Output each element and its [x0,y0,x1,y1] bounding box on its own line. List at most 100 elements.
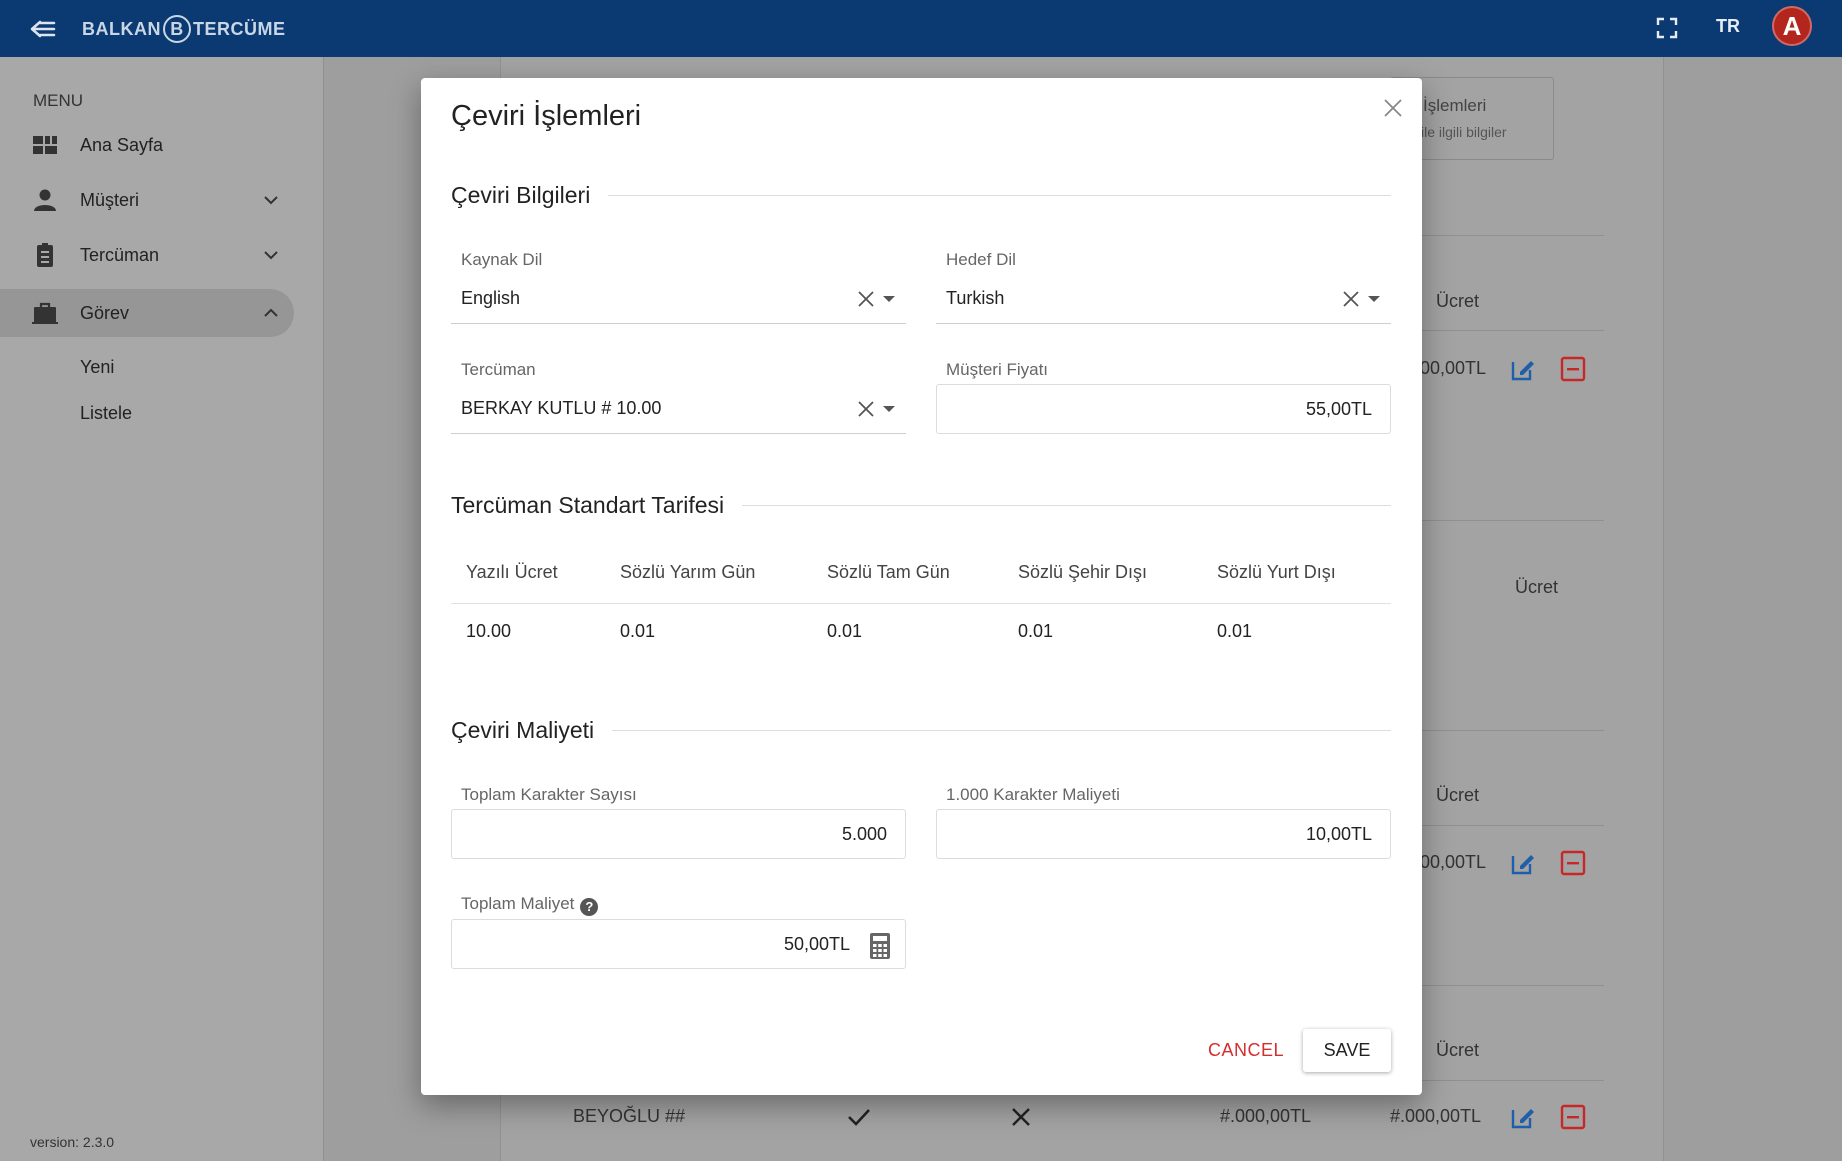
section-translation-cost: Çeviri Maliyeti [451,717,1391,744]
delete-icon[interactable] [1560,850,1586,876]
column-header: Sözlü Yurt Dışı [1202,543,1391,604]
section-translator-rates: Tercüman Standart Tarifesi [451,492,1391,519]
save-button[interactable]: SAVE [1303,1029,1391,1072]
total-cost-label: Toplam Maliyet? [461,894,599,916]
sidebar-item-label: Müşteri [80,189,140,210]
dialog-title: Çeviri İşlemleri [451,100,642,132]
divider [1400,330,1604,331]
table-cell: 0.01 [1018,620,1054,641]
fullscreen-icon[interactable] [1655,16,1679,40]
divider [1400,730,1604,731]
sidebar-subitem-listele[interactable]: Listele [80,403,132,424]
close-icon [1012,1108,1030,1126]
cost-per-1000-field[interactable]: 10,00TL [936,809,1391,859]
table-cell: 0.01 [827,620,863,641]
divider [1400,520,1604,521]
table-row: 10.00 0.01 0.01 0.01 0.01 [451,603,1391,659]
person-icon [34,189,56,211]
delete-icon[interactable] [1560,1104,1586,1130]
section-translation-info: Çeviri Bilgileri [451,182,1391,209]
column-header: Yazılı Ücret [451,543,605,604]
table-cell: 0.01 [620,620,656,641]
column-header: Sözlü Şehir Dışı [1003,543,1202,604]
char-count-value: 5.000 [841,824,887,844]
sidebar-item-tercuman[interactable]: Tercüman [0,231,294,279]
section-title: Çeviri Maliyeti [451,717,595,743]
menu-title: MENU [33,91,84,110]
table-cell: ,00,00TL [1415,852,1487,872]
delete-icon[interactable] [1560,356,1586,382]
sidebar-item-label: Tercüman [80,244,160,265]
brand-left-text: BALKAN [82,18,161,39]
source-language-value: English [461,288,521,308]
column-header: Ücret [1436,291,1480,311]
total-cost-field[interactable]: 50,00TL [451,919,906,969]
section-title: Tercüman Standart Tarifesi [451,492,725,518]
translation-dialog: Çeviri İşlemleri Çeviri Bilgileri Kaynak… [421,78,1422,1095]
brand-mark: B [163,15,191,43]
help-icon[interactable]: ? [580,898,599,916]
translator-label: Tercüman [461,360,536,379]
top-app-bar: BALKAN B TERCÜME TR A [0,0,1842,57]
chevron-up-icon [264,308,278,317]
check-icon [848,1109,870,1126]
column-header: Ücret [1436,1040,1480,1060]
source-language-select[interactable]: English [451,276,906,324]
edit-icon[interactable] [1510,1104,1536,1130]
sidebar-item-gorev[interactable]: Görev [0,289,294,337]
badge-icon [37,243,53,267]
calculator-icon[interactable] [868,932,892,960]
arrow-left-menu-icon[interactable] [28,14,58,44]
table-cell: #.000,00TL [1390,1106,1482,1126]
rates-table: Yazılı Ücret Sözlü Yarım Gün Sözlü Tam G… [451,543,1391,659]
chevron-down-icon [264,251,278,260]
divider [1400,235,1604,236]
table-cell: 0.01 [1217,620,1253,641]
dashboard-icon [33,136,57,154]
translator-value: BERKAY KUTLU # 10.00 [461,398,662,418]
step-subtitle: ile ilgili bilgiler [1421,124,1507,140]
column-header: Sözlü Yarım Gün [605,543,812,604]
section-title: Çeviri Bilgileri [451,182,591,208]
briefcase-icon [32,302,58,324]
brand-logo[interactable]: BALKAN B TERCÜME [82,15,286,43]
close-icon[interactable] [1381,96,1405,120]
section-divider [612,730,1391,731]
target-language-select[interactable]: Turkish [936,276,1391,324]
customer-price-label: Müşteri Fiyatı [946,360,1049,379]
target-language-label: Hedef Dil [946,250,1016,269]
brand-right-text: TERCÜME [193,18,286,39]
sidebar-item-ana-sayfa[interactable]: Ana Sayfa [0,121,294,169]
column-header: Ücret [1515,577,1559,597]
language-switch[interactable]: TR [1716,16,1740,37]
column-header: Sözlü Tam Gün [812,543,1003,604]
sidebar-subitem-yeni[interactable]: Yeni [80,357,114,378]
cancel-button[interactable]: CANCEL [1201,1031,1291,1069]
avatar[interactable]: A [1772,6,1812,46]
cost-per-1000-value: 10,00TL [1305,824,1372,844]
cost-per-1000-label: 1.000 Karakter Maliyeti [946,785,1120,804]
table-header-row: Yazılı Ücret Sözlü Yarım Gün Sözlü Tam G… [451,543,1391,604]
clear-icon[interactable] [856,399,876,419]
section-divider [608,195,1391,196]
caret-down-icon[interactable] [883,406,895,412]
column-header: Ücret [1436,785,1480,805]
caret-down-icon[interactable] [1368,296,1380,302]
chevron-down-icon [264,196,278,205]
translator-select[interactable]: BERKAY KUTLU # 10.00 [451,386,906,434]
caret-down-icon[interactable] [883,296,895,302]
customer-price-field[interactable]: 55,00TL [936,384,1391,434]
edit-icon[interactable] [1510,850,1536,876]
source-language-label: Kaynak Dil [461,250,543,269]
clear-icon[interactable] [856,289,876,309]
table-cell: #.000,00TL [1220,1106,1312,1126]
char-count-field[interactable]: 5.000 [451,809,906,859]
edit-icon[interactable] [1510,356,1536,382]
sidebar: MENU Ana Sayfa Müşteri Tercüman Görev Ye… [0,57,324,1161]
table-cell: BEYOĞLU ## [573,1106,686,1126]
clear-icon[interactable] [1341,289,1361,309]
sidebar-item-label: Görev [80,302,130,323]
sidebar-item-musteri[interactable]: Müşteri [0,176,294,224]
customer-price-value: 55,00TL [1305,399,1372,419]
divider [1400,985,1604,986]
